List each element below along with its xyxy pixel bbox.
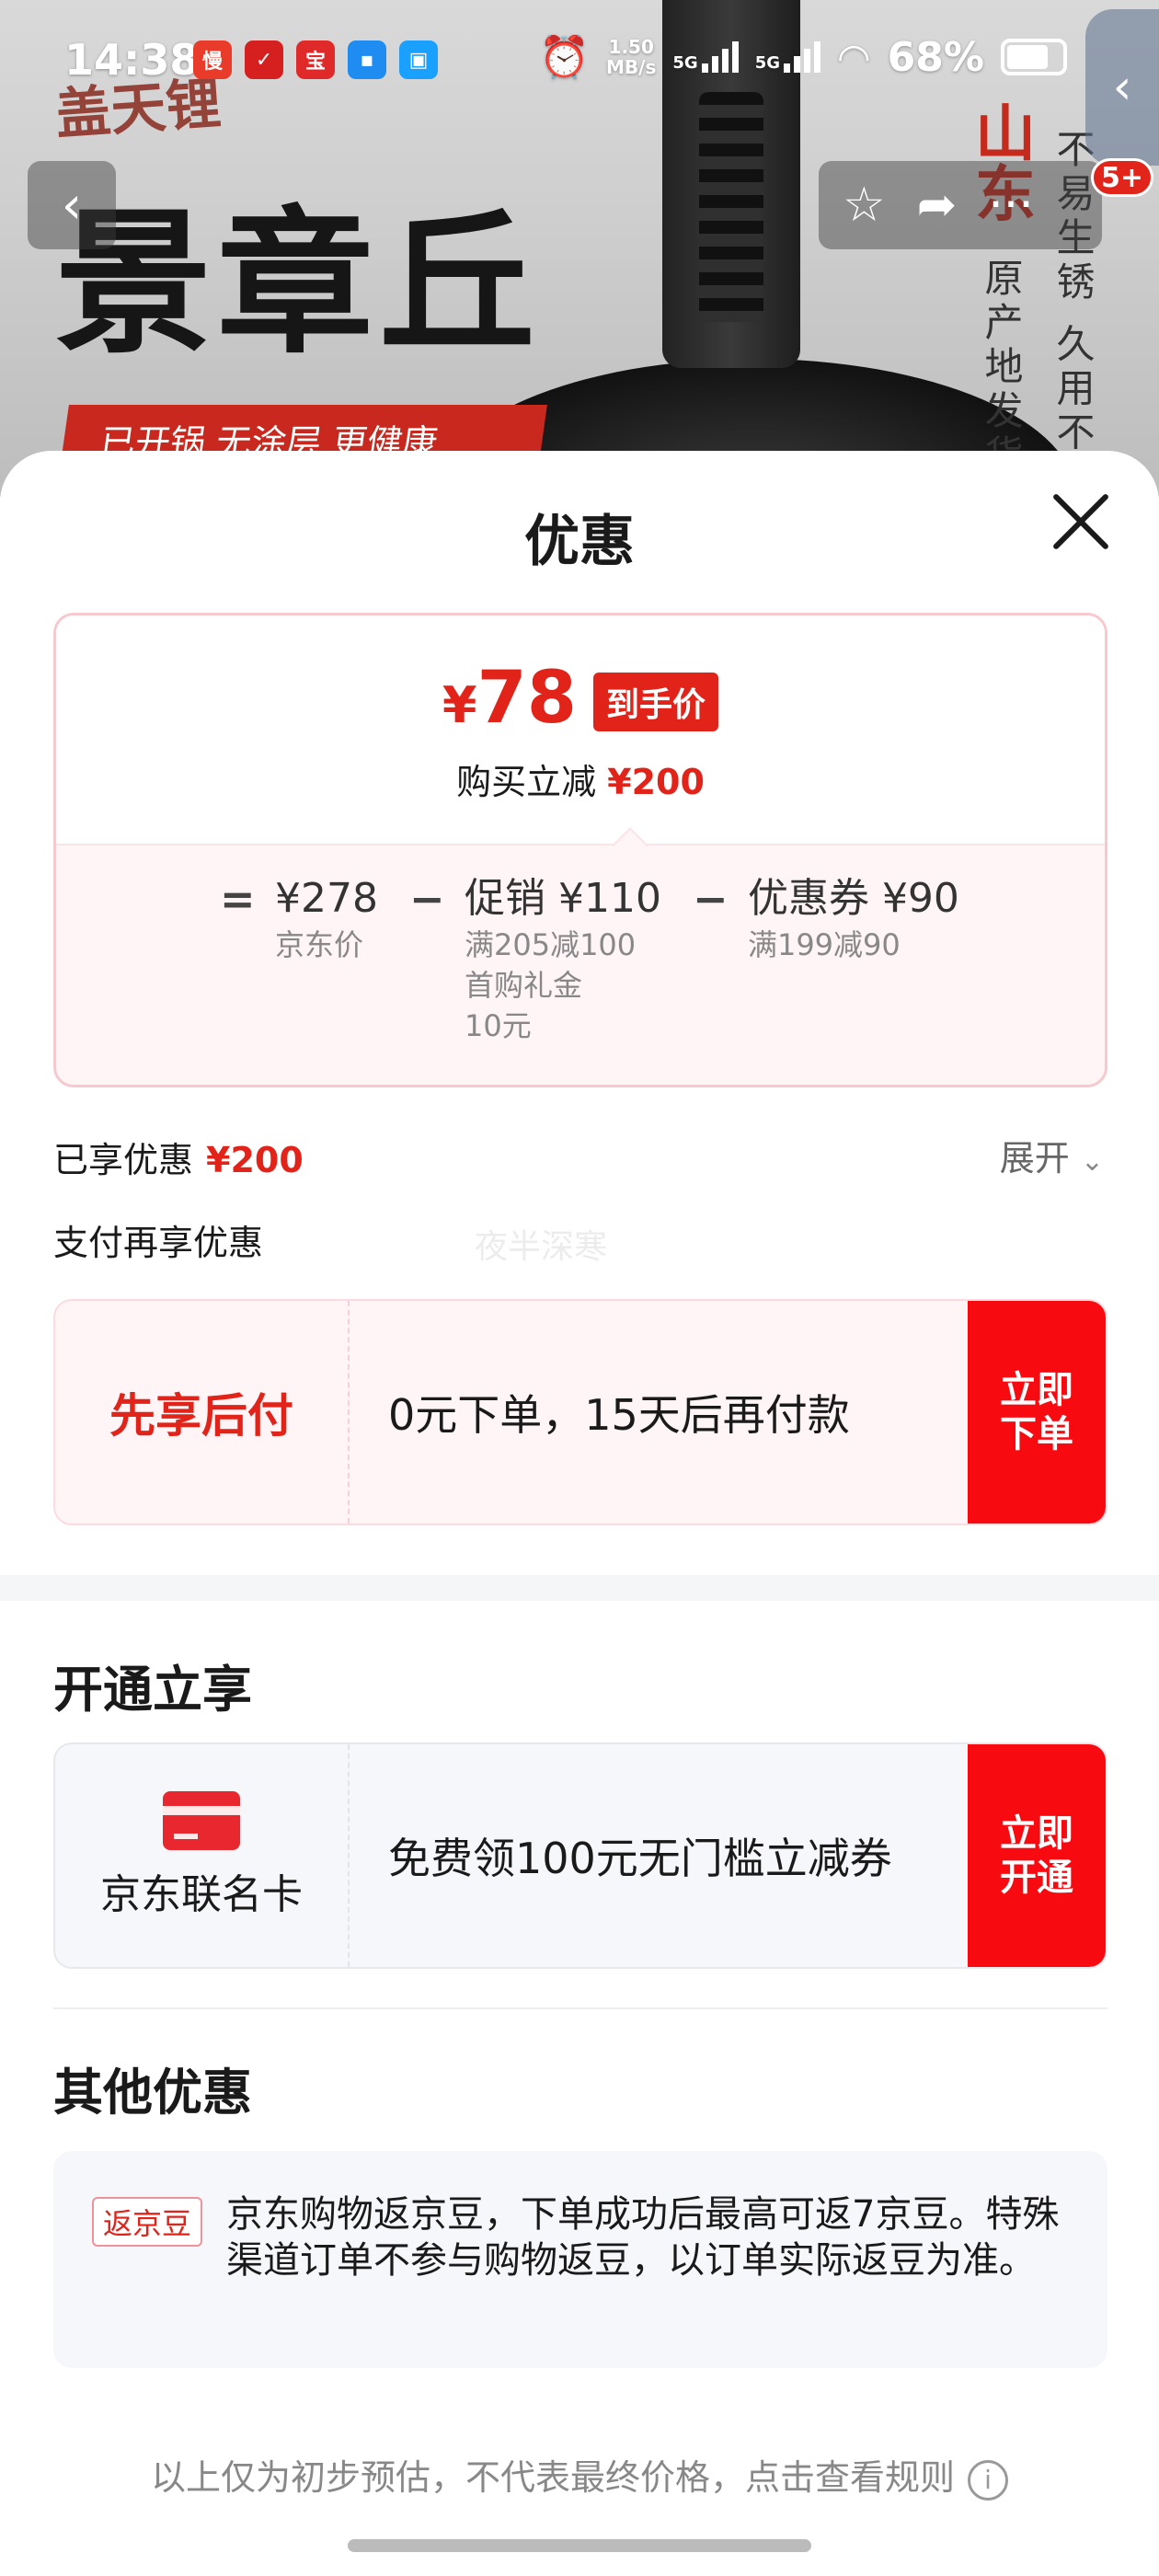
final-price-tag: 到手价 [593, 673, 719, 731]
status-indicators: ⏰ 1.50 MB/s 5G 5G ◠ 68% [539, 33, 1067, 81]
coupon-term: 优惠券 ¥90 满199减90 [748, 873, 959, 965]
expand-toggle[interactable]: 展开 ⌄ [1000, 1130, 1104, 1180]
signal-1: 5G [672, 41, 739, 73]
status-time: 14:38 [64, 35, 200, 85]
banner-title-main: 章丘 [217, 191, 542, 375]
final-price: ¥78 [442, 661, 577, 742]
open-now-line2: 开通 [1000, 1857, 1073, 1899]
order-now-button[interactable]: 立即 下单 [968, 1301, 1106, 1524]
signal-bars-2-icon [784, 41, 821, 73]
reduce-label: 购买立减 [456, 762, 597, 802]
top-actions: ☆ ➦ ··· [819, 161, 1102, 249]
reduce-amount: ¥200 [607, 762, 705, 802]
side-drawer-tab[interactable]: ‹ [1085, 9, 1159, 166]
price-summary: ¥78 到手价 购买立减 ¥200 [56, 615, 1105, 844]
cobrand-desc: 免费领100元无门槛立减券 [388, 1834, 892, 1883]
battery-percent: 68% [887, 33, 984, 81]
status-app-icon: ✓ [245, 40, 283, 79]
network-type-1: 5G [672, 53, 698, 73]
bean-rebate-tag: 返京豆 [92, 2197, 203, 2247]
minus-sign: − [692, 874, 729, 924]
promotion-rule: 满205减100 [464, 927, 637, 962]
pay-later-label: 先享后付 [109, 1389, 293, 1443]
expand-label: 展开 [999, 1138, 1070, 1179]
status-app-icon: 宝 [296, 40, 335, 79]
minus-sign: − [408, 874, 445, 924]
pay-discount-title: 支付再享优惠 [53, 1223, 264, 1263]
cobrand-card[interactable]: 京东联名卡 免费领100元无门槛立减券 立即 开通 [53, 1742, 1107, 1969]
first-purchase-gift: 首购礼金 [464, 968, 582, 1003]
cobrand-label: 京东联名卡 [100, 1871, 303, 1918]
pay-later-card[interactable]: 先享后付 0元下单，15天后再付款 立即 下单 [53, 1299, 1107, 1525]
status-app-icon: ▣ [399, 40, 438, 79]
back-button[interactable]: ‹ [28, 161, 116, 249]
price-breakdown: = ¥278 京东价 − 促销 ¥110 满205减100 首购礼金 10元 −… [56, 844, 1105, 1085]
sheet-title: 优惠 [524, 510, 635, 574]
message-badge: 5+ [1091, 158, 1154, 197]
currency-symbol: ¥ [442, 676, 477, 734]
network-speed-unit: MB/s [606, 56, 657, 78]
equals-sign: = [220, 874, 256, 924]
favorite-star-icon[interactable]: ☆ [843, 178, 886, 233]
status-app-icon: ▪ [348, 40, 386, 79]
alarm-icon: ⏰ [539, 34, 591, 81]
rules-link[interactable]: 以上仅为初步预估，不代表最终价格，点击查看规则 i [0, 2449, 1159, 2501]
reduce-row: 购买立减 ¥200 [56, 753, 1105, 804]
bean-rebate-text: 京东购物返京豆，下单成功后最高可返7京豆。特殊渠道订单不参与购物返豆，以订单实际… [226, 2193, 1060, 2282]
other-section-title: 其他优惠 [53, 2064, 252, 2122]
bean-rebate-card: 返京豆 京东购物返京豆，下单成功后最高可返7京豆。特殊渠道订单不参与购物返豆，以… [53, 2151, 1107, 2368]
signal-2: 5G [754, 41, 821, 73]
final-price-value: 78 [476, 657, 578, 740]
enjoyed-discount: 已享优惠 ¥200 [53, 1132, 304, 1182]
pay-later-desc: 0元下单，15天后再付款 [388, 1390, 850, 1440]
status-app-icon: 慢 [193, 40, 232, 79]
order-now-line2: 下单 [1000, 1413, 1073, 1455]
price-card: ¥78 到手价 购买立减 ¥200 = ¥278 京东价 − 促销 ¥110 满… [53, 613, 1107, 1087]
enjoyed-amount: ¥200 [206, 1140, 304, 1180]
cobrand-brand: 京东联名卡 [55, 1744, 350, 1967]
chevron-down-icon: ⌄ [1080, 1145, 1104, 1178]
first-purchase-gift-amount: 10元 [464, 1008, 532, 1043]
network-speed-value: 1.50 [608, 36, 654, 58]
close-icon[interactable] [1047, 488, 1115, 556]
jd-price-value: ¥278 [275, 875, 378, 922]
signal-bars-1-icon [701, 41, 739, 73]
open-now-button[interactable]: 立即 开通 [968, 1744, 1106, 1967]
watermark: 夜半深寒 [475, 1228, 608, 1266]
status-bar: 14:38 慢 ✓ 宝 ▪ ▣ ⏰ 1.50 MB/s 5G 5G ◠ 68% ‹ [0, 0, 1159, 166]
battery-icon [1001, 39, 1067, 75]
info-icon[interactable]: i [968, 2459, 1008, 2501]
more-icon[interactable]: ··· [988, 178, 1034, 233]
order-now-line1: 立即 [1000, 1369, 1073, 1411]
disclaimer-text: 以上仅为初步预估，不代表最终价格，点击查看规则 [150, 2457, 955, 2498]
share-icon[interactable]: ➦ [917, 178, 958, 233]
jd-price-label: 京东价 [275, 927, 364, 962]
coupon-value: 优惠券 ¥90 [747, 875, 959, 922]
open-section-title: 开通立享 [53, 1661, 252, 1719]
network-speed: 1.50 MB/s [606, 37, 656, 77]
section-divider [0, 1575, 1159, 1601]
coupon-rule: 满199减90 [747, 927, 901, 962]
home-indicator [348, 2539, 811, 2552]
wifi-icon: ◠ [837, 34, 871, 80]
enjoyed-label: 已享优惠 [53, 1140, 194, 1180]
open-now-line1: 立即 [1000, 1812, 1073, 1855]
banner-title: 景章丘 [55, 156, 541, 383]
credit-card-icon [163, 1791, 240, 1850]
promotion-value: 促销 ¥110 [464, 875, 661, 922]
jd-price-term: ¥278 京东价 [275, 873, 378, 965]
pay-later-brand: 先享后付 [55, 1301, 350, 1524]
status-app-icons: 慢 ✓ 宝 ▪ ▣ [193, 40, 438, 79]
banner-vertical-text-1: 原产地发货 [979, 258, 1024, 478]
discount-sheet: 优惠 ¥78 到手价 购买立减 ¥200 = ¥278 京东价 − 促销 ¥11… [0, 451, 1159, 2576]
divider-line [53, 2007, 1107, 2009]
promotion-term: 促销 ¥110 满205减100 首购礼金 10元 [465, 873, 661, 1046]
network-type-2: 5G [754, 53, 781, 73]
